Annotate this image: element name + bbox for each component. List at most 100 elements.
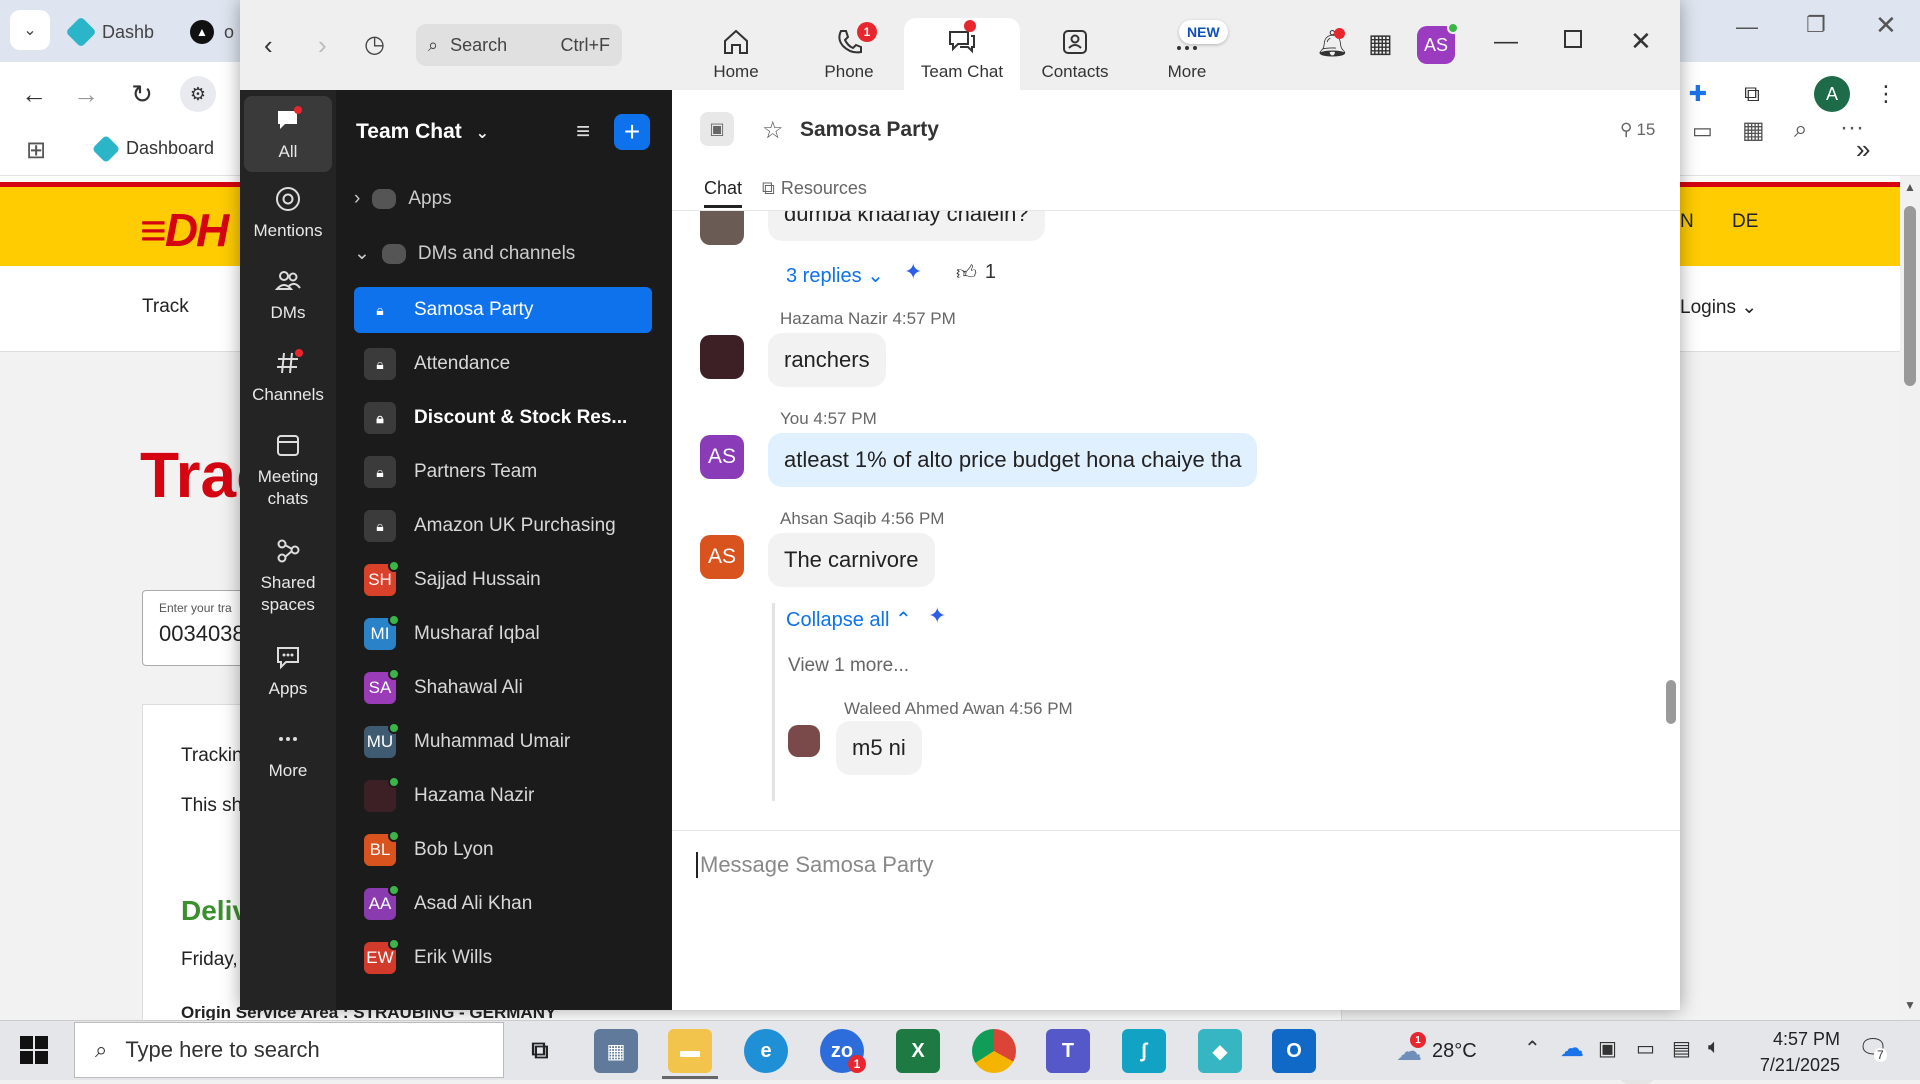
task-view-icon[interactable]: ⧉ xyxy=(518,1029,562,1073)
close-icon[interactable]: ✕ xyxy=(1630,26,1652,57)
forward-icon[interactable]: → xyxy=(68,76,104,112)
maximize-icon[interactable] xyxy=(1564,30,1582,48)
scrollbar-thumb[interactable] xyxy=(1904,206,1916,386)
channel-item[interactable]: MU Muhammad Umair xyxy=(354,719,652,765)
section-dms-channels[interactable]: ⌄ DMs and channels xyxy=(354,242,575,265)
language-en-link[interactable]: N xyxy=(1680,211,1694,233)
message-bubble[interactable]: The carnivore xyxy=(768,533,935,587)
notification-center-icon[interactable]: 🗨︎ 7 xyxy=(1858,1034,1888,1063)
reload-icon[interactable]: ↻ xyxy=(124,76,160,112)
forward-icon[interactable]: › xyxy=(318,30,327,61)
chat-title[interactable]: Samosa Party xyxy=(800,118,939,142)
rail-shared-spaces[interactable]: Shared spaces xyxy=(244,536,332,616)
nav-logins-link[interactable]: Logins ⌄ xyxy=(1680,296,1757,319)
sender-name[interactable]: Ahsan Saqib xyxy=(780,509,876,528)
minimize-icon[interactable]: — xyxy=(1494,28,1518,56)
excel-icon[interactable]: X xyxy=(896,1029,940,1073)
chrome-menu-icon[interactable]: ⋮ xyxy=(1868,76,1904,112)
nav-phone[interactable]: Phone 1 xyxy=(791,18,907,90)
channel-item[interactable]: EW Erik Wills xyxy=(354,935,652,981)
message-bubble[interactable]: ranchers xyxy=(768,333,886,387)
scroll-up-arrow-icon[interactable]: ▲ xyxy=(1904,180,1916,194)
collapse-all-link[interactable]: Collapse all ⌃ xyxy=(786,607,912,632)
apps-grid-icon[interactable]: ⊞ xyxy=(26,136,46,165)
nav-track-link[interactable]: Track xyxy=(142,296,189,318)
extensions-puzzle-icon[interactable]: ⧉ xyxy=(1734,76,1770,112)
sender-name[interactable]: You xyxy=(780,409,809,428)
calendar-icon[interactable]: ▦ xyxy=(1368,28,1393,59)
view-more-link[interactable]: View 1 more... xyxy=(788,655,909,677)
nav-team-chat[interactable]: Team Chat xyxy=(904,18,1020,90)
calendar-icon[interactable]: ▦ xyxy=(1742,116,1765,145)
avatar[interactable]: AS xyxy=(700,535,744,579)
ai-sparkle-icon[interactable]: ✦ xyxy=(928,603,946,629)
chrome-icon[interactable] xyxy=(972,1029,1016,1073)
star-icon[interactable]: ☆ xyxy=(762,116,784,145)
reaction-thumbs-up[interactable]: 👍︎ 1 xyxy=(956,261,996,285)
profile-avatar[interactable]: A xyxy=(1814,76,1850,112)
rail-channels[interactable]: Channels xyxy=(244,348,332,406)
user-avatar[interactable]: AS xyxy=(1417,22,1459,64)
security-icon[interactable]: ▣ xyxy=(1598,1036,1617,1061)
outlook-icon[interactable]: O xyxy=(1272,1029,1316,1073)
channel-item[interactable]: 🔒︎ Discount & Stock Res... xyxy=(354,395,652,441)
chrome-minimize-icon[interactable]: — xyxy=(1736,14,1758,40)
chrome-restore-icon[interactable]: ❐ xyxy=(1806,12,1826,38)
avatar[interactable] xyxy=(700,211,744,245)
rail-more[interactable]: More xyxy=(244,724,332,782)
dhl-logo[interactable]: ≡DH xyxy=(140,203,229,257)
sender-name[interactable]: Waleed Ahmed Awan xyxy=(844,699,1005,718)
filter-icon[interactable]: ≡ xyxy=(576,118,590,146)
weather-widget[interactable]: ☁ 1 28°C xyxy=(1396,1032,1477,1067)
video-icon[interactable]: ▭ xyxy=(1692,118,1713,144)
back-icon[interactable]: ← xyxy=(16,76,52,112)
avatar[interactable]: AS xyxy=(700,435,744,479)
back-icon[interactable]: ‹ xyxy=(264,30,273,61)
taskbar-search[interactable]: ⌕ Type here to search xyxy=(74,1022,504,1078)
replies-link[interactable]: 3 replies ⌄ xyxy=(786,263,884,288)
clock[interactable]: 4:57 PM 7/21/2025 xyxy=(1744,1026,1840,1078)
nav-contacts[interactable]: Contacts xyxy=(1017,18,1133,90)
section-apps[interactable]: › Apps xyxy=(354,188,452,210)
channel-item[interactable]: 🔒︎ Attendance xyxy=(354,341,652,387)
rail-dms[interactable]: DMs xyxy=(244,266,332,324)
zoom-taskbar-icon[interactable]: zo 1 xyxy=(820,1029,866,1073)
channel-item[interactable]: SH Sajjad Hussain xyxy=(354,557,652,603)
message-bubble[interactable]: dumba khaanay chalein? xyxy=(768,211,1045,241)
battery-icon[interactable]: ▭ xyxy=(1636,1036,1655,1061)
dashboard-app-icon[interactable]: ◆ xyxy=(1198,1029,1242,1073)
app-script-icon[interactable]: ∫ xyxy=(1122,1029,1166,1073)
chrome-tab[interactable]: ▲ o xyxy=(190,10,234,54)
tab-search-button[interactable]: ⌄ xyxy=(10,10,50,50)
channel-item[interactable]: SA Shahawal Ali xyxy=(354,665,652,711)
channel-item[interactable]: Hazama Nazir xyxy=(354,773,652,819)
tab-resources[interactable]: ⧉ Resources xyxy=(762,178,867,199)
tab-chat[interactable]: Chat xyxy=(704,178,743,208)
new-chat-button[interactable]: + xyxy=(614,114,650,150)
rail-apps[interactable]: Apps xyxy=(244,642,332,700)
network-icon[interactable]: ▤ xyxy=(1672,1036,1691,1061)
chat-scrollbar-thumb[interactable] xyxy=(1666,680,1676,724)
nav-more[interactable]: More NEW xyxy=(1129,18,1245,90)
more-options-icon[interactable]: ··· xyxy=(1840,114,1864,142)
nav-home[interactable]: Home xyxy=(678,18,794,90)
calculator-icon[interactable]: ▦ xyxy=(594,1029,638,1073)
chrome-close-icon[interactable]: ✕ xyxy=(1875,10,1897,41)
language-de-link[interactable]: DE xyxy=(1732,211,1758,233)
search-box[interactable]: ⌕ Search Ctrl+F xyxy=(416,24,622,66)
channel-item[interactable]: 🔒︎ Amazon UK Purchasing xyxy=(354,503,652,549)
notifications-bell-icon[interactable]: 🔔︎ xyxy=(1316,28,1349,59)
site-info-icon[interactable]: ⚙ xyxy=(180,76,216,112)
onedrive-icon[interactable]: ☁ xyxy=(1560,1034,1584,1063)
sender-name[interactable]: Hazama Nazir xyxy=(780,309,888,328)
extension-icon[interactable]: ✚ xyxy=(1680,76,1716,112)
rail-meeting-chats[interactable]: Meeting chats xyxy=(244,430,332,510)
volume-icon[interactable]: 🔈︎ xyxy=(1708,1036,1720,1059)
ai-sparkle-icon[interactable]: ✦ xyxy=(904,259,922,285)
scroll-down-arrow-icon[interactable]: ▼ xyxy=(1904,998,1916,1012)
message-list[interactable]: dumba khaanay chalein? 3 replies ⌄ ✦ 👍︎ … xyxy=(672,211,1680,801)
sidebar-title[interactable]: Team Chat ⌄ xyxy=(356,120,489,144)
history-icon[interactable]: ◷ xyxy=(364,30,385,59)
rail-all[interactable]: All xyxy=(244,96,332,172)
bookmark-dashboard[interactable]: Dashboard xyxy=(91,134,214,163)
